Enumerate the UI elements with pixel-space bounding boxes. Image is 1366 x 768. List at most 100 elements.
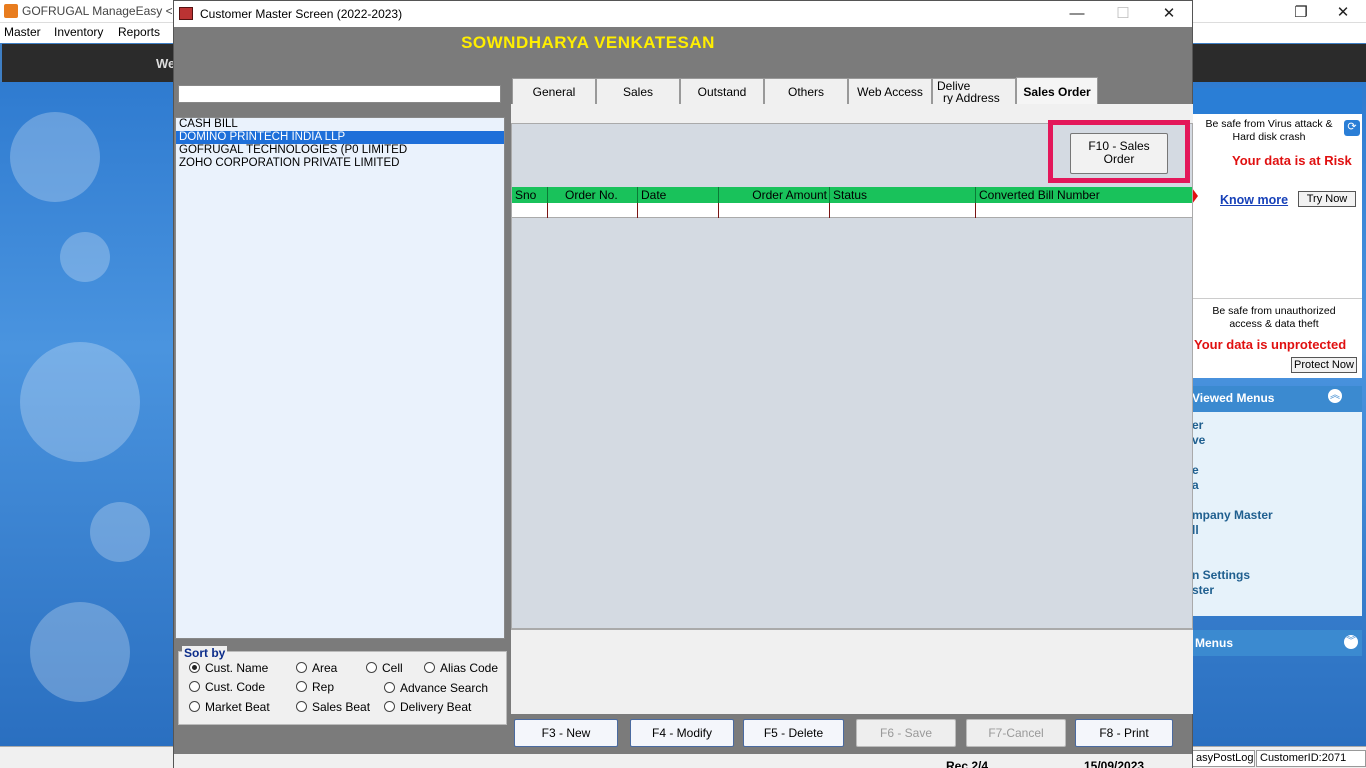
tab-outstand[interactable]: Outstand [680,78,764,104]
sort-cell-radio[interactable]: Cell [366,661,403,675]
sort-market-beat-radio[interactable]: Market Beat [189,700,270,714]
table-cell[interactable] [976,203,1192,218]
main-window-title: GOFRUGAL ManageEasy << [22,4,180,18]
minimize-icon[interactable]: — [1054,1,1100,27]
radio-label: Market Beat [205,700,270,714]
radio-dot [366,662,377,673]
radio-label: Rep [312,680,335,694]
recent-item[interactable]: n Settings [1192,568,1250,582]
recent-item[interactable]: ll [1192,523,1199,537]
post-log-cell: asyPostLog [1192,750,1255,767]
recent-item[interactable]: er [1192,418,1203,432]
sort-delivery-beat-radio[interactable]: Delivery Beat [384,700,471,714]
modify-button[interactable]: F4 - Modify [630,719,734,747]
status-date: 15/09/2023 [1084,759,1145,768]
radio-dot [296,662,307,673]
refresh-icon: ⟳ [1344,120,1360,136]
tab-label: ry Address [943,91,1000,105]
list-item[interactable]: CASH BILL [176,118,504,131]
tab-label: Sales Order [1023,85,1091,99]
close-icon[interactable]: ✕ [1146,1,1192,27]
sort-alias-code-radio[interactable]: Alias Code [424,661,498,675]
try-now-button[interactable]: Try Now [1298,191,1356,207]
radio-dot [296,681,307,692]
virus-promo: Be safe from Virus attack & Hard disk cr… [1192,114,1362,298]
tab-sales-order[interactable]: Sales Order [1016,77,1098,105]
sort-sales-beat-radio[interactable]: Sales Beat [296,700,370,714]
risk-text: Your data is at Risk [1232,153,1352,168]
promo-header [1192,88,1362,114]
recent-item[interactable]: e [1192,463,1199,477]
column-header[interactable]: Date [638,187,719,203]
radio-label: Area [312,661,338,675]
list-item-selected[interactable]: DOMINO PRINTECH INDIA LLP [176,131,504,144]
column-header[interactable]: Sno [512,187,548,203]
menu-master[interactable]: Master [4,25,41,39]
tab-web-access[interactable]: Web Access [848,78,932,104]
radio-dot [189,662,200,673]
tab-general[interactable]: General [512,78,596,104]
delete-button[interactable]: F5 - Delete [743,719,844,747]
recent-item[interactable]: ster [1192,583,1214,597]
tab-label: Web Access [857,85,923,99]
menu-inventory[interactable]: Inventory [54,25,103,39]
column-header[interactable]: Order Amount [719,187,830,203]
f10-sales-order-button[interactable]: F10 - Sales Order [1070,133,1168,174]
table-cell[interactable] [830,203,976,218]
list-item[interactable]: GOFRUGAL TECHNOLOGIES (P0 LIMITED [176,144,504,157]
menus-panel-header: Menus ︾ [1192,630,1362,656]
sort-cust-name-radio[interactable]: Cust. Name [189,661,268,675]
menu-reports[interactable]: Reports [118,25,160,39]
tab-label: General [532,85,576,99]
list-item[interactable]: ZOHO CORPORATION PRIVATE LIMITED [176,157,504,170]
tab-label: Outstand [697,85,747,99]
table-cell[interactable] [638,203,719,218]
customer-master-dialog: Customer Master Screen (2022-2023) — ☐ ✕… [173,0,1193,768]
column-header[interactable]: Converted Bill Number [976,187,1192,203]
collapse-icon[interactable]: ︽ [1328,389,1342,403]
print-button[interactable]: F8 - Print [1075,719,1173,747]
sort-advance-search-radio[interactable]: Advance Search [384,681,488,695]
table-cell[interactable] [719,203,830,218]
radio-label: Sales Beat [312,700,371,714]
column-header[interactable]: Order No. [548,187,638,203]
sort-area-radio[interactable]: Area [296,661,337,675]
record-position: Rec 2/4 [946,759,989,768]
recent-item[interactable]: a [1192,478,1199,492]
dialog-titlebar: Customer Master Screen (2022-2023) — ☐ ✕ [174,1,1192,27]
recent-item[interactable]: mpany Master [1192,508,1273,522]
tab-others[interactable]: Others [764,78,848,104]
radio-dot [384,701,395,712]
save-button: F6 - Save [856,719,956,747]
customer-id-cell: CustomerID:2071 [1256,750,1366,767]
radio-label: Cell [382,661,403,675]
recent-menus-title: Viewed Menus [1192,391,1275,405]
table-cell[interactable] [548,203,638,218]
radio-dot [296,701,307,712]
unauth-text: Be safe from unauthorized access & data … [1212,305,1336,330]
tab-delivery-address[interactable]: Delive ry Address [932,78,1016,104]
right-promo-panel: Be safe from Virus attack & Hard disk cr… [1192,82,1366,746]
radio-dot [189,681,200,692]
main-window-controls: ❐ ✕ [1278,0,1366,23]
sort-rep-radio[interactable]: Rep [296,680,334,694]
tab-footer-area [511,629,1193,714]
radio-label: Advance Search [400,681,489,695]
table-cell[interactable] [512,203,548,218]
table-row[interactable] [512,203,1192,218]
sort-cust-code-radio[interactable]: Cust. Code [189,680,265,694]
column-header[interactable]: Status [830,187,976,203]
new-button[interactable]: F3 - New [514,719,618,747]
app-icon [4,4,18,18]
radio-dot [189,701,200,712]
customer-search-input[interactable] [178,85,501,103]
sort-by-group: Cust. Name Area Cell Alias Code Cust. Co… [178,651,507,725]
maximize-icon: ☐ [1116,5,1130,22]
know-more-link[interactable]: Know more [1220,193,1288,207]
recent-item[interactable]: ve [1192,433,1205,447]
dialog-status-bar: Rec 2/4 15/09/2023 [174,754,1192,768]
protect-now-button[interactable]: Protect Now [1291,357,1357,373]
customer-list[interactable]: CASH BILL DOMINO PRINTECH INDIA LLP GOFR… [175,117,505,639]
expand-icon[interactable]: ︾ [1344,635,1358,649]
tab-sales[interactable]: Sales [596,78,680,104]
